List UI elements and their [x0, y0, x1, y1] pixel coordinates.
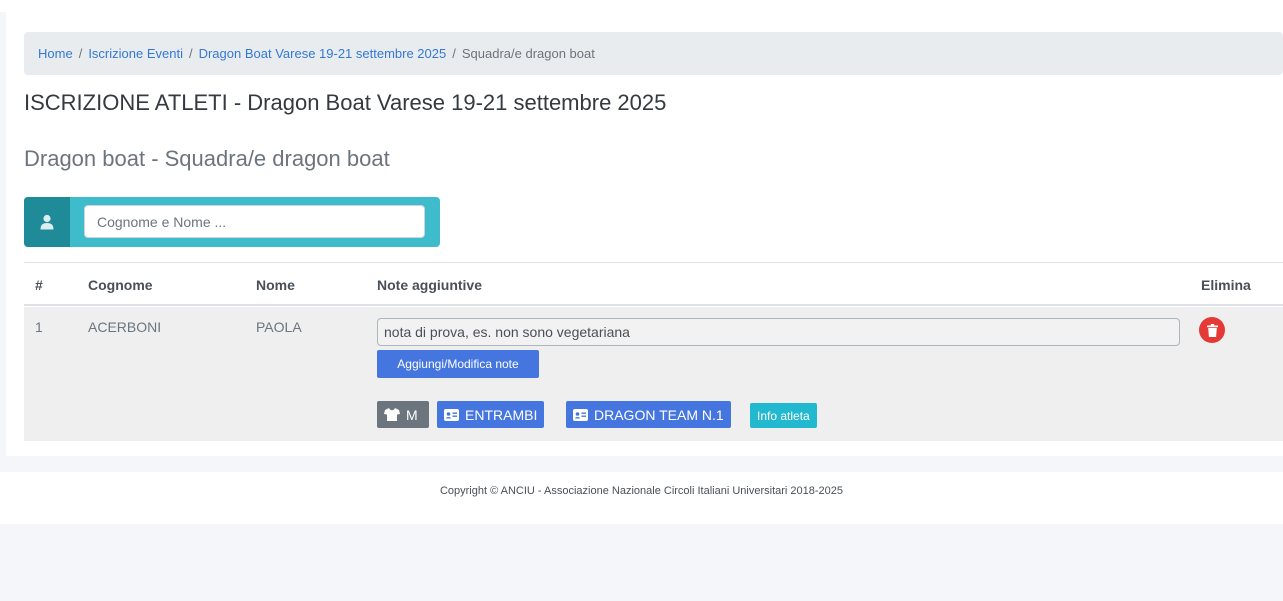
row-cognome: ACERBONI — [88, 319, 162, 335]
id-card-icon — [573, 408, 588, 421]
breadcrumb: Home / Iscrizione Eventi / Dragon Boat V… — [24, 32, 1283, 75]
page-title: ISCRIZIONE ATLETI - Dragon Boat Varese 1… — [24, 90, 667, 115]
breadcrumb-separator: / — [78, 46, 83, 61]
id-card-icon — [444, 408, 459, 421]
column-header-num: # — [35, 277, 43, 293]
column-header-cognome: Cognome — [88, 277, 153, 293]
delete-button[interactable] — [1199, 317, 1225, 343]
shirt-size-label: M — [406, 406, 418, 423]
team-badge[interactable]: DRAGON TEAM N.1 — [566, 401, 731, 428]
breadcrumb-separator: / — [188, 46, 193, 61]
breadcrumb-home-link[interactable]: Home — [38, 46, 73, 61]
user-icon — [24, 197, 70, 247]
shirt-size-badge[interactable]: M — [377, 401, 429, 428]
column-header-elimina: Elimina — [1201, 277, 1251, 293]
row-number: 1 — [35, 319, 43, 335]
breadcrumb-current: Squadra/e dragon boat — [461, 46, 595, 61]
note-input[interactable] — [377, 318, 1180, 346]
column-header-nome: Nome — [256, 277, 295, 293]
table-row: 1 ACERBONI PAOLA Aggiungi/Modifica note … — [24, 307, 1283, 441]
column-header-note: Note aggiuntive — [377, 277, 483, 293]
copyright-text: Copyright © ANCIU - Associazione Naziona… — [439, 485, 844, 497]
partecipazione-badge[interactable]: ENTRAMBI — [437, 401, 545, 428]
breadcrumb-iscrizione-eventi-link[interactable]: Iscrizione Eventi — [88, 46, 183, 61]
row-nome: PAOLA — [256, 319, 302, 335]
top-bar — [0, 0, 1283, 12]
tshirt-icon — [384, 408, 400, 421]
edit-note-button[interactable]: Aggiungi/Modifica note — [377, 350, 539, 378]
athlete-search-group — [24, 197, 440, 247]
info-atleta-button[interactable]: Info atleta — [750, 403, 817, 428]
partecipazione-label: ENTRAMBI — [465, 406, 538, 423]
page-bottom-area — [0, 524, 1283, 601]
table-header: # Cognome Nome Note aggiuntive Elimina — [24, 262, 1283, 306]
breadcrumb-separator: / — [452, 46, 456, 61]
team-label: DRAGON TEAM N.1 — [594, 406, 724, 423]
page-subtitle: Dragon boat - Squadra/e dragon boat — [24, 146, 390, 171]
trash-icon — [1206, 323, 1218, 337]
footer: Copyright © ANCIU - Associazione Naziona… — [0, 472, 1283, 524]
breadcrumb-event-link[interactable]: Dragon Boat Varese 19-21 settembre 2025 — [199, 46, 447, 61]
athlete-search-input[interactable] — [84, 205, 425, 238]
